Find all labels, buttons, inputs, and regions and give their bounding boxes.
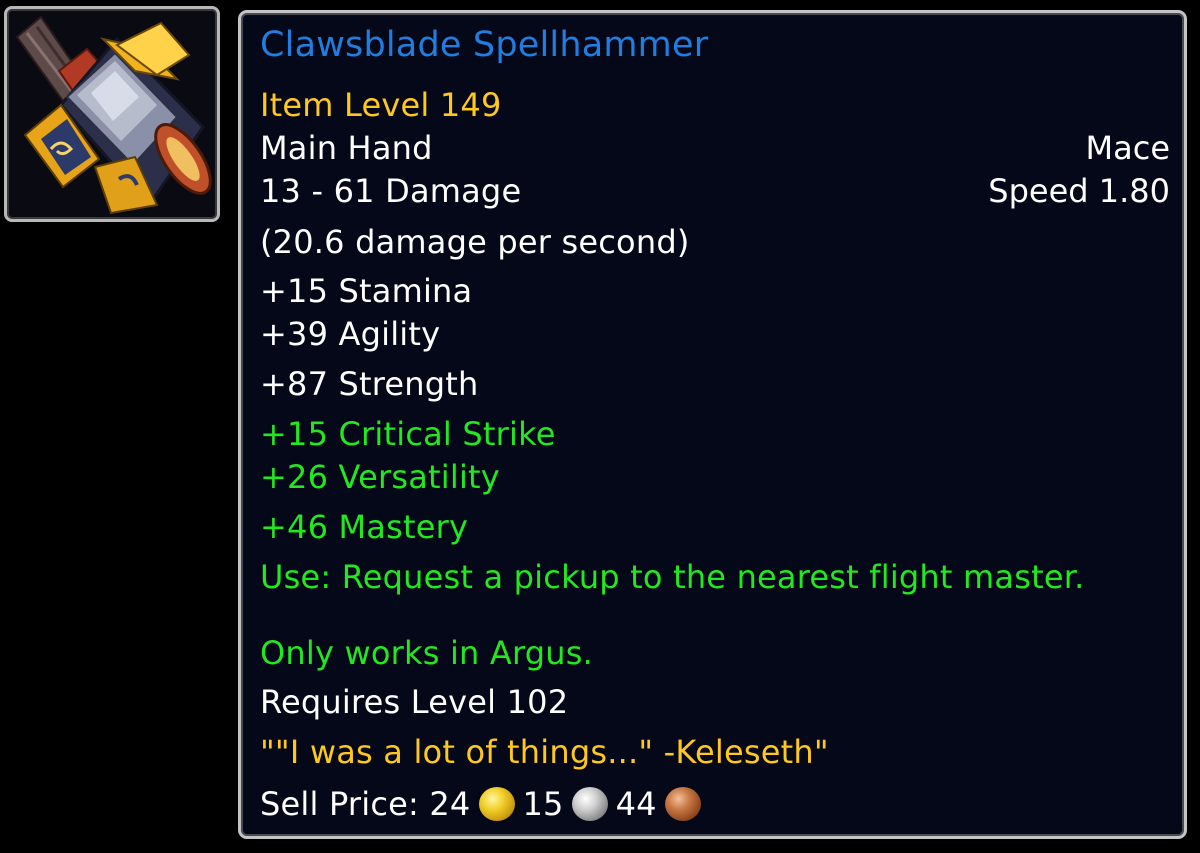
use-note: Only works in Argus. <box>260 634 594 672</box>
stat-critical-strike: +15 Critical Strike <box>260 415 556 453</box>
item-damage: 13 - 61 Damage <box>260 172 522 210</box>
stat-agility: +39 Agility <box>260 315 441 353</box>
stat-stamina: +15 Stamina <box>260 272 473 310</box>
sell-price-copper: 44 <box>615 785 657 823</box>
item-type: Mace <box>1085 129 1171 167</box>
item-name: Clawsblade Spellhammer <box>260 25 709 65</box>
use-effect: Use: Request a pickup to the nearest fli… <box>260 558 1085 596</box>
mace-icon <box>15 15 212 215</box>
gold-coin-icon <box>478 787 515 821</box>
requires-level: Requires Level 102 <box>260 683 569 721</box>
sell-price: Sell Price: 24 15 44 <box>260 782 709 824</box>
item-speed: Speed 1.80 <box>988 172 1170 210</box>
item-slot: Main Hand <box>260 129 433 167</box>
item-tooltip: Clawsblade Spellhammer Item Level 149 Ma… <box>238 10 1187 839</box>
sell-price-gold: 24 <box>429 785 471 823</box>
item-level: Item Level 149 <box>260 86 502 124</box>
item-dps: (20.6 damage per second) <box>260 223 690 261</box>
sell-price-silver: 15 <box>522 785 564 823</box>
stat-strength: +87 Strength <box>260 365 479 403</box>
flavor-text: ""I was a lot of things..." -Keleseth" <box>260 733 829 771</box>
stat-mastery: +46 Mastery <box>260 508 469 546</box>
item-icon-frame[interactable] <box>4 6 220 222</box>
silver-coin-icon <box>571 787 608 821</box>
stat-versatility: +26 Versatility <box>260 458 500 496</box>
sell-price-label: Sell Price: <box>260 785 419 823</box>
copper-coin-icon <box>664 787 701 821</box>
